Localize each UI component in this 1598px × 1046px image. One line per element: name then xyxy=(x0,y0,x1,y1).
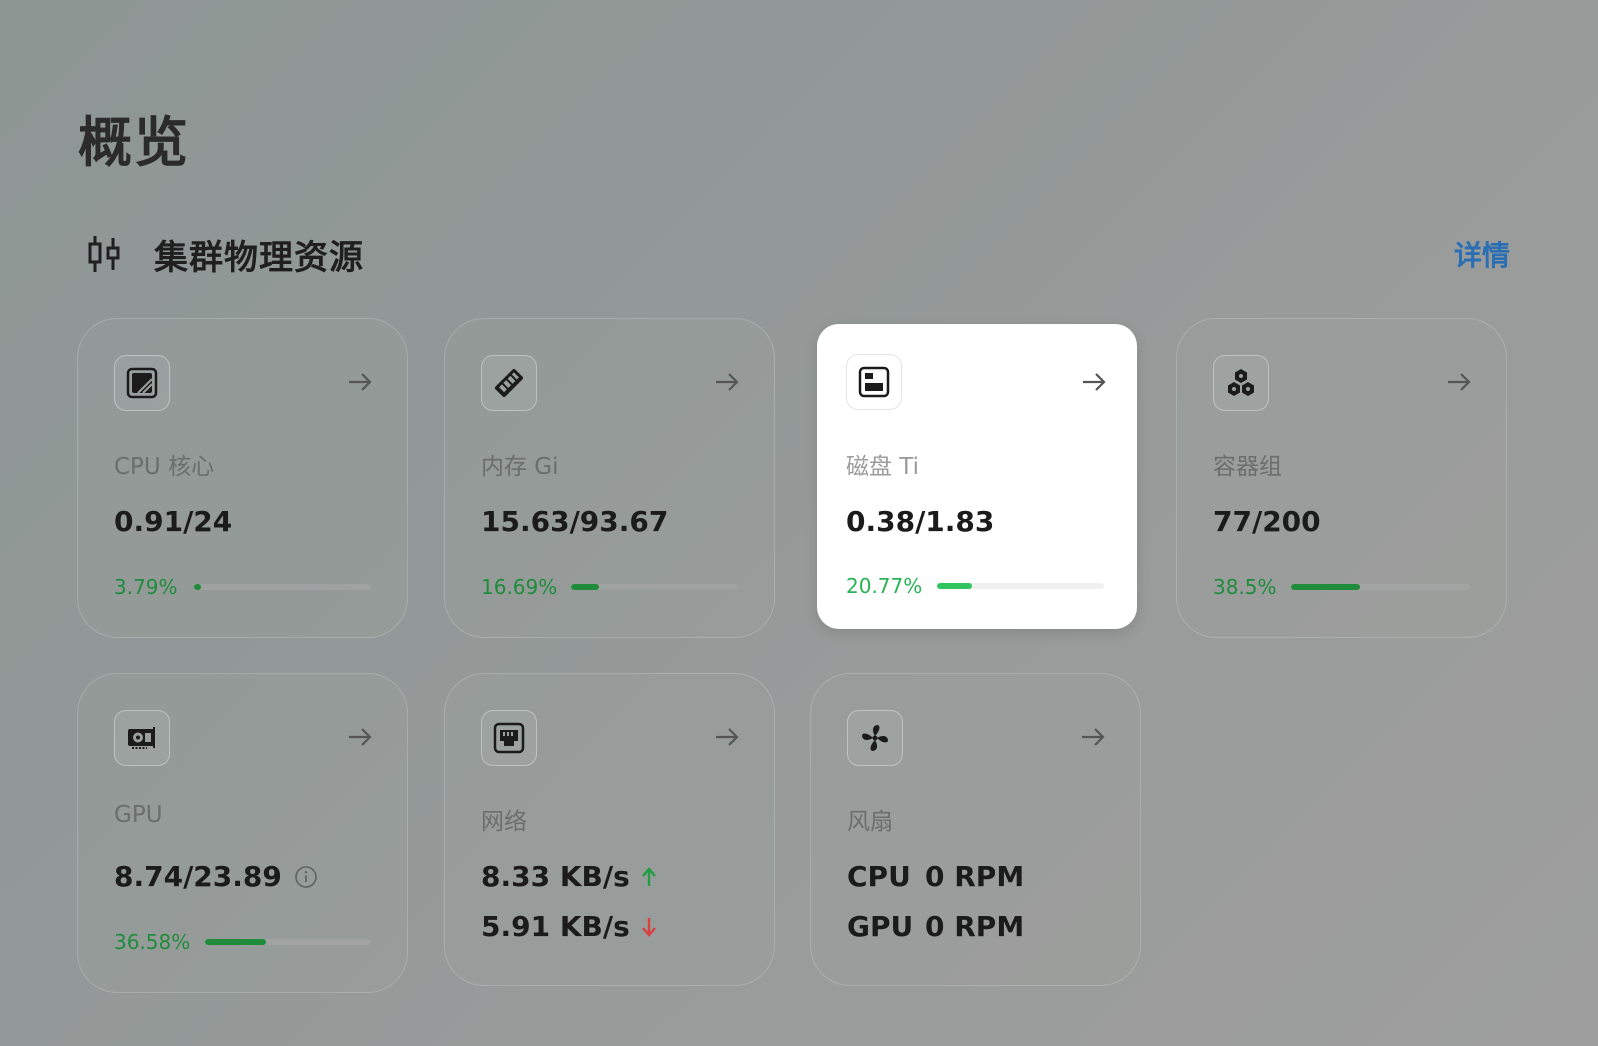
card-label: GPU xyxy=(114,802,163,828)
details-link[interactable]: 详情 xyxy=(1454,234,1510,274)
upload-rate: 8.33 KB/s xyxy=(481,860,658,893)
card-value: 0.38/1.83 xyxy=(846,505,995,538)
card-value: 8.74/23.89 xyxy=(114,860,318,893)
disk-card[interactable]: 磁盘 Ti 0.38/1.83 20.77% xyxy=(817,324,1137,629)
fan-icon xyxy=(847,710,903,766)
progress-bar-fill xyxy=(194,584,202,590)
fan-cpu-value: 0 RPM xyxy=(925,860,1025,893)
progress-bar xyxy=(1291,584,1470,590)
card-value: 77/200 xyxy=(1213,505,1321,538)
arrow-right-icon[interactable] xyxy=(347,724,373,750)
card-label: 内存 Gi xyxy=(481,454,559,480)
fan-gpu-rpm: GPU 0 RPM xyxy=(847,910,1024,943)
progress-bar xyxy=(937,583,1104,589)
pods-card[interactable]: 容器组 77/200 38.5% xyxy=(1176,318,1507,638)
arrow-right-icon[interactable] xyxy=(347,369,373,395)
section-title: 集群物理资源 xyxy=(154,237,364,278)
fan-cpu-key: CPU xyxy=(847,860,911,893)
fan-card[interactable]: 风扇 CPU 0 RPM GPU 0 RPM xyxy=(810,673,1141,986)
cpu-card[interactable]: CPU 核心 0.91/24 3.79% xyxy=(77,318,408,638)
progress-bar xyxy=(194,584,371,590)
fan-cpu-rpm: CPU 0 RPM xyxy=(847,860,1024,893)
card-label: 容器组 xyxy=(1213,454,1282,480)
usage-percent: 16.69% xyxy=(481,575,558,599)
download-rate: 5.91 KB/s xyxy=(481,910,658,943)
card-value: 0.91/24 xyxy=(114,505,233,538)
progress-bar-fill xyxy=(1291,584,1360,590)
card-value: 15.63/93.67 xyxy=(481,505,669,538)
arrow-right-icon[interactable] xyxy=(1446,369,1472,395)
hexagon-cluster-icon xyxy=(1213,355,1269,411)
arrow-right-icon[interactable] xyxy=(1081,369,1107,395)
usage-percent: 20.77% xyxy=(846,574,923,598)
fan-gpu-value: 0 RPM xyxy=(925,910,1025,943)
memory-stick-icon xyxy=(481,355,537,411)
card-label: 网络 xyxy=(481,809,527,835)
disk-drive-icon xyxy=(846,354,902,410)
arrow-right-icon[interactable] xyxy=(714,724,740,750)
page-title: 概览 xyxy=(78,111,190,174)
info-icon[interactable] xyxy=(294,865,318,889)
progress-bar xyxy=(205,939,371,945)
arrow-right-icon[interactable] xyxy=(1080,724,1106,750)
arrow-right-icon[interactable] xyxy=(714,369,740,395)
cpu-chip-icon xyxy=(114,355,170,411)
card-label: 风扇 xyxy=(847,809,893,835)
usage-percent: 36.58% xyxy=(114,930,191,954)
section-header: 集群物理资源 详情 xyxy=(86,228,1510,280)
network-card[interactable]: 网络 8.33 KB/s 5.91 KB/s xyxy=(444,673,775,986)
memory-card[interactable]: 内存 Gi 15.63/93.67 16.69% xyxy=(444,318,775,638)
card-label: 磁盘 Ti xyxy=(846,454,920,480)
ethernet-port-icon xyxy=(481,710,537,766)
arrow-up-icon xyxy=(641,866,656,886)
gpu-card[interactable]: GPU 8.74/23.89 36.58% xyxy=(77,673,408,993)
fan-gpu-key: GPU xyxy=(847,910,914,943)
usage-percent: 3.79% xyxy=(114,575,178,599)
progress-bar xyxy=(571,584,738,590)
usage-percent: 38.5% xyxy=(1213,575,1277,599)
progress-bar-fill xyxy=(205,939,266,945)
progress-bar-fill xyxy=(937,583,972,589)
candlestick-icon xyxy=(86,232,122,276)
progress-bar-fill xyxy=(571,584,599,590)
card-label: CPU 核心 xyxy=(114,454,215,480)
graphics-card-icon xyxy=(114,710,170,766)
arrow-down-icon xyxy=(641,917,656,937)
